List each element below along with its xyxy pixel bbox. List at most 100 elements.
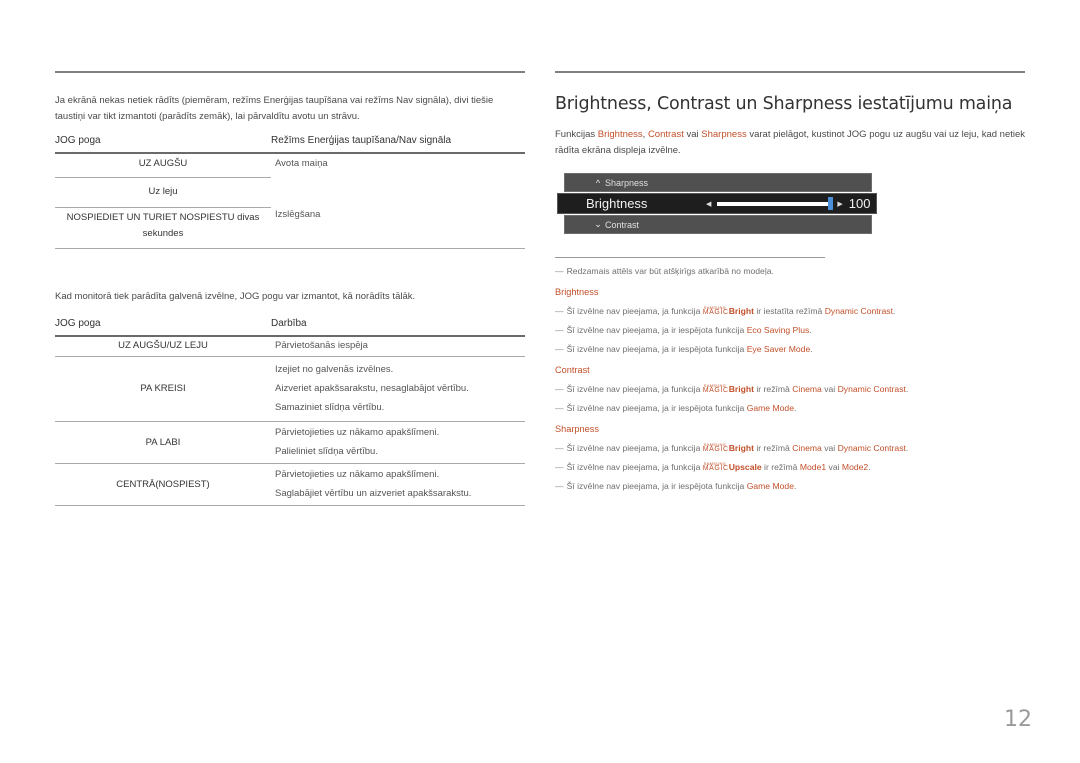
note-text: Šī izvēlne nav pieejama, ja ir iespējota… bbox=[566, 403, 747, 413]
table-row: PA LABI Pārvietojieties uz nākamo apakšl… bbox=[55, 421, 525, 464]
arrow-right-icon[interactable]: ▶ bbox=[837, 200, 842, 208]
note-line: — Šī izvēlne nav pieejama, ja funkcija SA… bbox=[555, 380, 1025, 399]
samsung-magic-logo: SAMSUNG MAGIC bbox=[703, 442, 729, 453]
text: Funkcijas bbox=[555, 129, 598, 140]
note-text: vai bbox=[821, 384, 838, 394]
jog-button-cell: CENTRĀ(NOSPIEST) bbox=[55, 463, 271, 506]
note-highlight: Cinema bbox=[792, 384, 822, 394]
osd-value: 100 bbox=[848, 196, 871, 211]
note-highlight: Mode1 bbox=[799, 462, 827, 472]
description-paragraph: Funkcijas Brightness, Contrast vai Sharp… bbox=[555, 127, 1025, 159]
logo-samsung-text: SAMSUNG bbox=[703, 383, 727, 388]
note-text: Šī izvēlne nav pieejama, ja funkcija bbox=[566, 462, 703, 472]
left-column: Ja ekrānā nekas netiek rādīts (piemēram,… bbox=[55, 71, 525, 506]
jog-action-cell: Pārvietojieties uz nākamo apakšlīmeni. P… bbox=[271, 421, 525, 464]
note-text: . bbox=[810, 344, 813, 354]
note-text: Šī izvēlne nav pieejama, ja funkcija bbox=[566, 306, 703, 316]
note-text: ir režīmā bbox=[761, 462, 800, 472]
highlight-brightness: Brightness bbox=[597, 129, 643, 140]
note-text: ir režīmā bbox=[754, 443, 793, 453]
magic-feature-name: Upscale bbox=[728, 462, 762, 472]
chevron-down-icon: ⌄ bbox=[594, 219, 602, 229]
osd-menu: ^ Sharpness Brightness ◀ ▶ 100 ⌄ Contras… bbox=[557, 173, 877, 235]
note-dash-icon: — bbox=[555, 403, 564, 413]
arrow-left-icon[interactable]: ◀ bbox=[706, 200, 711, 208]
note-highlight: Mode2 bbox=[841, 462, 869, 472]
note-line: — Šī izvēlne nav pieejama, ja ir iespējot… bbox=[555, 340, 1025, 359]
note-section-heading: Brightness bbox=[555, 287, 599, 297]
table-header-mode: Režīms Enerģijas taupīšana/Nav signāla bbox=[271, 135, 525, 154]
top-rule-right bbox=[555, 71, 1025, 73]
note-highlight: Eco Saving Plus bbox=[746, 325, 810, 335]
logo-samsung-text: SAMSUNG bbox=[703, 461, 727, 466]
note-text: . bbox=[905, 384, 909, 394]
notes-block: — Redzamais attēls var būt atšķirīgs atka… bbox=[555, 262, 1025, 496]
note-text: ir režīmā bbox=[754, 384, 793, 394]
note-text: . bbox=[892, 306, 896, 316]
slider-thumb[interactable] bbox=[828, 196, 834, 210]
note-highlight: Dynamic Contrast bbox=[824, 306, 893, 316]
note-text: Šī izvēlne nav pieejama, ja funkcija bbox=[566, 384, 703, 394]
samsung-magic-logo: SAMSUNG MAGIC bbox=[703, 305, 729, 316]
note-highlight: Dynamic Contrast bbox=[837, 443, 906, 453]
note-dash-icon: — bbox=[555, 325, 564, 335]
samsung-magic-logo: SAMSUNG MAGIC bbox=[703, 461, 729, 472]
intro2-paragraph: Kad monitorā tiek parādīta galvenā izvēl… bbox=[55, 290, 416, 302]
brightness-slider[interactable] bbox=[717, 196, 834, 210]
table-header-action: Darbība bbox=[271, 317, 525, 337]
note-text: vai bbox=[821, 443, 838, 453]
action-line: Pārvietojieties uz nākamo apakšlīmeni. bbox=[275, 468, 440, 480]
table-header-jog: JOG poga bbox=[55, 135, 271, 154]
table-row: UZ AUGŠU/UZ LEJU Pārvietošanās iespēja bbox=[55, 335, 525, 357]
osd-next-item[interactable]: ⌄ Contrast bbox=[564, 215, 872, 234]
logo-samsung-text: SAMSUNG bbox=[703, 305, 727, 310]
action-line: Pārvietojieties uz nākamo apakšlīmeni. bbox=[275, 426, 440, 438]
action-line: Saglabājiet vērtību un aizveriet apakšsa… bbox=[275, 487, 472, 499]
magic-feature-name: Bright bbox=[728, 306, 754, 316]
jog-table-menu: JOG poga Darbība UZ AUGŠU/UZ LEJU Pārvie… bbox=[55, 317, 525, 506]
note-text: vai bbox=[826, 462, 842, 472]
note-section-heading: Contrast bbox=[555, 365, 590, 375]
action-line: Samaziniet slīdņa vērtību. bbox=[275, 401, 385, 413]
osd-next-label: Contrast bbox=[605, 219, 640, 230]
note-line: — Šī izvēlne nav pieejama, ja funkcija SA… bbox=[555, 458, 1025, 477]
note-highlight: Eye Saver Mode bbox=[746, 344, 811, 354]
note-section-heading: Sharpness bbox=[555, 424, 599, 434]
magic-feature-name: Bright bbox=[728, 443, 754, 453]
note-dash-icon: — bbox=[555, 462, 564, 472]
table-row: UZ AUGŠU Avota maiņa bbox=[55, 153, 525, 178]
note-dash-icon: — bbox=[555, 481, 564, 491]
note-line: — Šī izvēlne nav pieejama, ja ir iespējot… bbox=[555, 399, 1025, 418]
osd-current-label: Brightness bbox=[586, 196, 648, 211]
note-text: . bbox=[905, 443, 909, 453]
note-text: Šī izvēlne nav pieejama, ja funkcija bbox=[566, 443, 703, 453]
note-text: Šī izvēlne nav pieejama, ja ir iespējota… bbox=[566, 325, 747, 335]
table-header-jog: JOG poga bbox=[55, 317, 271, 337]
table-row: NOSPIEDIET UN TURIET NOSPIESTU divas sek… bbox=[55, 207, 525, 249]
note-text: . bbox=[793, 403, 797, 413]
chevron-up-icon: ^ bbox=[595, 177, 601, 188]
osd-current-item[interactable]: Brightness ◀ ▶ 100 bbox=[557, 193, 877, 214]
note-text: ir iestatīta režīmā bbox=[754, 306, 825, 316]
note-text: Šī izvēlne nav pieejama, ja ir iespējota… bbox=[566, 481, 747, 491]
divider bbox=[555, 257, 825, 258]
note-dash-icon: — bbox=[555, 344, 564, 354]
osd-prev-label: Sharpness bbox=[605, 177, 649, 188]
note-dash-icon: — bbox=[555, 443, 564, 453]
note-dash-icon: — bbox=[555, 266, 564, 276]
jog-button-cell: Uz leju bbox=[55, 177, 271, 208]
note-text: . bbox=[809, 325, 812, 335]
action-line: Izejiet no galvenās izvēlnes. bbox=[275, 363, 394, 375]
note-highlight: Cinema bbox=[792, 443, 822, 453]
note-text: Šī izvēlne nav pieejama, ja ir iespējota… bbox=[566, 344, 747, 354]
jog-table-power: JOG poga Režīms Enerģijas taupīšana/Nav … bbox=[55, 135, 525, 249]
osd-prev-item[interactable]: ^ Sharpness bbox=[564, 173, 872, 192]
note-text: . bbox=[868, 462, 871, 472]
logo-samsung-text: SAMSUNG bbox=[703, 442, 727, 447]
note-dash-icon: — bbox=[555, 384, 564, 394]
text: vai bbox=[683, 129, 702, 140]
highlight-sharpness: Sharpness bbox=[701, 129, 747, 140]
action-line: Palieliniet slīdņa vērtību. bbox=[275, 445, 378, 457]
jog-action-cell: Izejiet no galvenās izvēlnes. Aizveriet … bbox=[271, 356, 525, 422]
note-highlight: Dynamic Contrast bbox=[837, 384, 906, 394]
